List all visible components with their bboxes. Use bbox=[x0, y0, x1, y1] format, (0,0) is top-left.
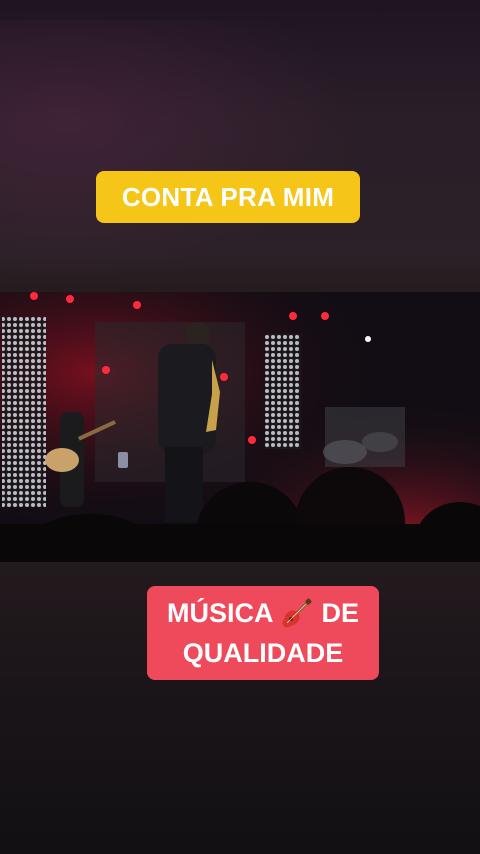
bottom-caption-word-de: DE bbox=[321, 598, 359, 628]
background-glow bbox=[0, 20, 360, 280]
video-player[interactable] bbox=[0, 292, 480, 562]
top-caption-text: CONTA PRA MIM bbox=[121, 181, 335, 212]
bottom-caption: MÚSICA DE QUALIDADE bbox=[147, 586, 379, 680]
bottom-caption-word-musica: MÚSICA bbox=[166, 598, 274, 628]
bottom-caption-line2: QUALIDADE bbox=[182, 638, 344, 668]
guitar-icon bbox=[281, 597, 313, 629]
reel-screen[interactable]: CONTA PRA MIM MÚSICA DE QUALIDADE bbox=[0, 0, 480, 854]
concert-video-frame bbox=[0, 292, 480, 562]
top-caption: CONTA PRA MIM bbox=[96, 171, 360, 223]
bottom-caption-line1: MÚSICA DE bbox=[167, 593, 359, 633]
